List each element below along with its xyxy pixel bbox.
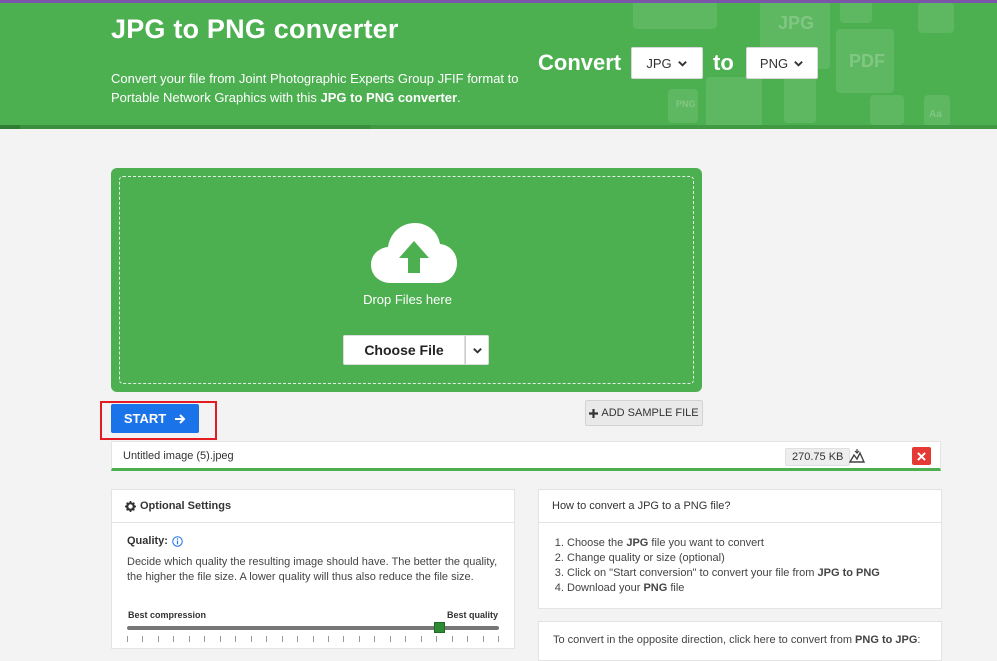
compress-icon[interactable]	[848, 448, 866, 464]
optional-settings-header[interactable]: Optional Settings	[112, 490, 514, 523]
add-sample-label: ADD SAMPLE FILE	[601, 407, 699, 419]
quality-slider-thumb[interactable]	[434, 622, 446, 633]
plus-icon	[589, 408, 599, 418]
to-format-select[interactable]: PNG	[746, 47, 818, 79]
add-sample-file-button[interactable]: ADD SAMPLE FILE	[585, 400, 703, 426]
howto-step: Download your PNG file	[567, 581, 880, 596]
choose-file-button[interactable]: Choose File	[343, 335, 465, 365]
quality-label: Quality:	[127, 535, 183, 547]
start-label: START	[123, 411, 167, 426]
drop-files-text: Drop Files here	[363, 292, 452, 307]
to-label: to	[713, 50, 734, 75]
slider-min-label: Best compression	[128, 610, 207, 620]
howto-steps: Choose the JPG file you want to convert …	[554, 536, 880, 596]
file-deco-icon-4	[784, 77, 816, 123]
gear-icon	[125, 500, 136, 512]
close-icon	[917, 451, 926, 461]
page-subtitle: Convert your file from Joint Photographi…	[111, 71, 519, 105]
chevron-down-icon	[677, 60, 687, 67]
image-deco-icon	[840, 3, 872, 23]
from-format-value: JPG	[646, 55, 672, 71]
png-deco-label: PNG	[676, 99, 696, 109]
upload-dropzone[interactable]: Drop Files here Choose File	[111, 168, 702, 392]
optional-settings-title: Optional Settings	[140, 500, 232, 512]
chevron-down-icon	[794, 60, 803, 67]
howto-step: Change quality or size (optional)	[567, 551, 880, 566]
hero-bottom-bar	[0, 125, 997, 129]
dropzone-border: Drop Files here Choose File	[119, 176, 694, 384]
hero-banner: JPG PDF PNG Aa JPG to PNG converter Conv…	[0, 3, 997, 129]
quality-slider[interactable]	[127, 622, 499, 633]
slider-ticks	[127, 636, 499, 642]
howto-header: How to convert a JPG to a PNG file?	[539, 490, 941, 523]
envelope-deco-icon	[633, 3, 717, 29]
file-size-badge: 270.75 KB	[785, 448, 851, 466]
chart-deco-icon	[918, 3, 954, 33]
quality-description: Decide which quality the resulting image…	[127, 556, 498, 583]
howto-panel: How to convert a JPG to a PNG file? Choo…	[538, 489, 942, 609]
howto-step: Click on "Start conversion" to convert y…	[567, 566, 880, 581]
opposite-direction-link[interactable]: To convert in the opposite direction, cl…	[553, 634, 920, 646]
howto-step: Choose the JPG file you want to convert	[567, 536, 880, 551]
start-button[interactable]: START	[111, 404, 199, 433]
jpg-deco-label: JPG	[778, 13, 815, 33]
file-deco-icon-5	[870, 95, 904, 125]
from-format-select[interactable]: JPG	[631, 47, 703, 79]
page-title: JPG to PNG converter	[111, 14, 399, 44]
optional-settings-panel: Optional Settings Quality: Decide which …	[111, 489, 515, 649]
cloud-upload-icon	[371, 223, 457, 283]
aa-deco-label: Aa	[929, 109, 942, 120]
file-name: Untitled image (5).jpeg	[123, 450, 234, 462]
chevron-down-icon	[472, 347, 482, 354]
convert-label: Convert	[538, 50, 622, 75]
delete-file-button[interactable]	[912, 447, 931, 465]
to-format-value: PNG	[759, 55, 789, 71]
slider-max-label: Best quality	[446, 610, 498, 620]
choose-file-dropdown[interactable]	[465, 335, 489, 365]
pdf-deco-label: PDF	[849, 51, 885, 71]
file-list-item: Untitled image (5).jpeg 270.75 KB	[111, 441, 941, 471]
file-deco-icon-2	[706, 77, 762, 129]
opposite-direction-panel: To convert in the opposite direction, cl…	[538, 621, 942, 661]
arrow-right-icon	[175, 413, 186, 424]
info-icon[interactable]	[172, 535, 183, 547]
choose-file-group: Choose File	[343, 335, 489, 365]
